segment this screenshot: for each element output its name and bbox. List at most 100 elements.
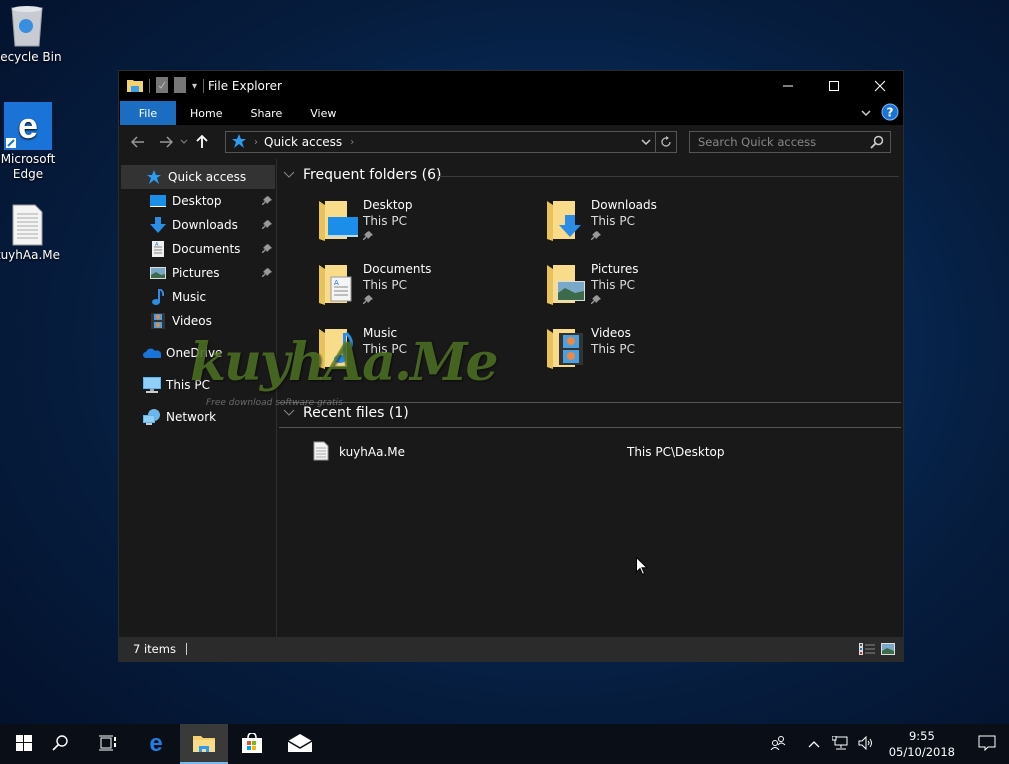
pin-icon[interactable] <box>363 293 431 309</box>
divider <box>279 402 901 403</box>
expand-ribbon-icon[interactable] <box>861 106 871 120</box>
sidebar-item-onedrive[interactable]: OneDrive <box>119 341 276 365</box>
desktop-icon-text-file[interactable]: kuyhAa.Me <box>0 204 62 263</box>
desktop-icon-edge[interactable]: e Microsoft Edge <box>0 102 63 182</box>
minimize-button[interactable] <box>765 71 811 101</box>
tab-view[interactable]: View <box>296 101 350 125</box>
tab-home[interactable]: Home <box>176 101 236 125</box>
back-button[interactable] <box>127 131 149 153</box>
pin-icon[interactable] <box>262 267 272 281</box>
pin-icon[interactable] <box>591 293 639 309</box>
navigation-bar: › Quick access › Search Quick access <box>119 125 903 159</box>
group-title: Recent files (1) <box>303 405 409 421</box>
clock[interactable]: 9:55 05/10/2018 <box>879 728 965 760</box>
chevron-right-icon[interactable]: › <box>350 137 354 148</box>
pin-icon[interactable] <box>262 195 272 209</box>
large-icons-view-icon[interactable] <box>881 642 895 659</box>
task-view-button[interactable] <box>84 724 132 764</box>
taskbar-store-button[interactable] <box>228 724 276 764</box>
tab-share[interactable]: Share <box>236 101 296 125</box>
people-button[interactable] <box>765 724 791 764</box>
file-explorer-icon <box>193 734 215 755</box>
forward-button[interactable] <box>155 131 177 153</box>
folder-tile-music[interactable]: Music This PC <box>317 325 537 381</box>
folder-tile-videos[interactable]: Videos This PC <box>545 325 765 381</box>
action-center-button[interactable] <box>965 724 1009 764</box>
star-icon <box>145 168 163 186</box>
chevron-right-icon[interactable]: › <box>254 137 258 148</box>
sidebar-item-network[interactable]: Network <box>119 405 276 429</box>
taskbar-edge-button[interactable]: e <box>132 724 180 764</box>
network-status-button[interactable] <box>827 724 853 764</box>
properties-icon[interactable] <box>156 76 168 96</box>
show-hidden-icons-button[interactable] <box>801 724 827 764</box>
folder-name: Desktop <box>363 198 413 212</box>
sidebar-item-pictures[interactable]: Pictures <box>119 261 276 285</box>
music-icon <box>149 288 167 306</box>
search-button[interactable] <box>36 724 84 764</box>
taskbar-mail-button[interactable] <box>276 724 324 764</box>
folder-location: This PC <box>591 214 635 228</box>
group-title: Frequent folders (6) <box>303 167 442 183</box>
close-button[interactable] <box>857 71 903 101</box>
group-header-recent[interactable]: Recent files (1) <box>283 405 409 421</box>
address-dropdown-icon[interactable] <box>637 138 655 146</box>
pin-icon[interactable] <box>262 243 272 257</box>
sidebar-item-desktop[interactable]: Desktop <box>119 189 276 213</box>
folder-videos-icon <box>545 325 589 373</box>
sidebar-item-quick-access[interactable]: Quick access <box>121 165 275 189</box>
sidebar-item-label: Desktop <box>172 194 222 208</box>
new-folder-icon[interactable] <box>174 76 186 96</box>
pin-icon[interactable] <box>262 219 272 233</box>
volume-icon <box>858 735 874 753</box>
desktop-icon-label: Microsoft Edge <box>0 152 56 181</box>
this-pc-icon <box>143 376 161 394</box>
recent-locations-button[interactable] <box>177 131 191 153</box>
tab-file[interactable]: File <box>120 101 176 125</box>
group-header-frequent[interactable]: Frequent folders (6) <box>283 167 442 183</box>
documents-icon: A <box>149 240 167 258</box>
sidebar-item-documents[interactable]: A Documents <box>119 237 276 261</box>
chevron-up-icon <box>808 737 820 751</box>
desktop-icon-recycle-bin[interactable]: Recycle Bin <box>0 4 62 65</box>
chevron-down-icon[interactable] <box>283 167 295 183</box>
customize-toolbar-icon[interactable]: ▾ <box>192 81 197 92</box>
task-view-icon <box>99 735 117 754</box>
edge-icon: e <box>4 102 52 150</box>
volume-button[interactable] <box>853 724 879 764</box>
navigation-pane-scrollbar[interactable] <box>274 159 276 637</box>
sidebar-item-label: Network <box>166 410 217 424</box>
address-bar[interactable]: › Quick access › <box>225 131 677 153</box>
sidebar-item-label: This PC <box>166 378 210 392</box>
up-button[interactable] <box>191 131 213 153</box>
pin-icon[interactable] <box>591 229 657 245</box>
refresh-icon[interactable] <box>656 136 676 148</box>
maximize-button[interactable] <box>811 71 857 101</box>
pin-icon[interactable] <box>363 229 413 245</box>
breadcrumb-quick-access[interactable]: Quick access <box>264 135 342 149</box>
details-view-icon[interactable] <box>859 642 875 659</box>
sidebar-item-music[interactable]: Music <box>119 285 276 309</box>
title-bar[interactable]: ▾ File Explorer <box>119 71 903 101</box>
sidebar-item-downloads[interactable]: Downloads <box>119 213 276 237</box>
folder-music-icon <box>317 325 361 373</box>
search-box[interactable]: Search Quick access <box>689 131 891 153</box>
notification-icon <box>978 735 996 754</box>
folder-location: This PC <box>363 214 407 228</box>
folder-downloads-icon <box>545 197 589 245</box>
folder-tile-desktop[interactable]: Desktop This PC <box>317 197 537 253</box>
sidebar-item-this-pc[interactable]: This PC <box>119 373 276 397</box>
taskbar-file-explorer-button[interactable] <box>180 724 228 764</box>
help-icon[interactable]: ? <box>881 103 899 124</box>
chevron-down-icon[interactable] <box>283 405 295 421</box>
folder-tile-downloads[interactable]: Downloads This PC <box>545 197 765 253</box>
folder-tile-documents[interactable]: A Documents This PC <box>317 261 537 317</box>
sidebar-item-videos[interactable]: Videos <box>119 309 276 333</box>
svg-text:A: A <box>155 242 159 248</box>
recent-file-row[interactable]: kuyhAa.Me This PC\Desktop <box>313 441 873 463</box>
folder-name: Downloads <box>591 198 657 212</box>
divider <box>185 643 187 655</box>
sidebar-item-label: Pictures <box>172 266 220 280</box>
svg-text:e: e <box>18 105 38 146</box>
folder-tile-pictures[interactable]: Pictures This PC <box>545 261 765 317</box>
